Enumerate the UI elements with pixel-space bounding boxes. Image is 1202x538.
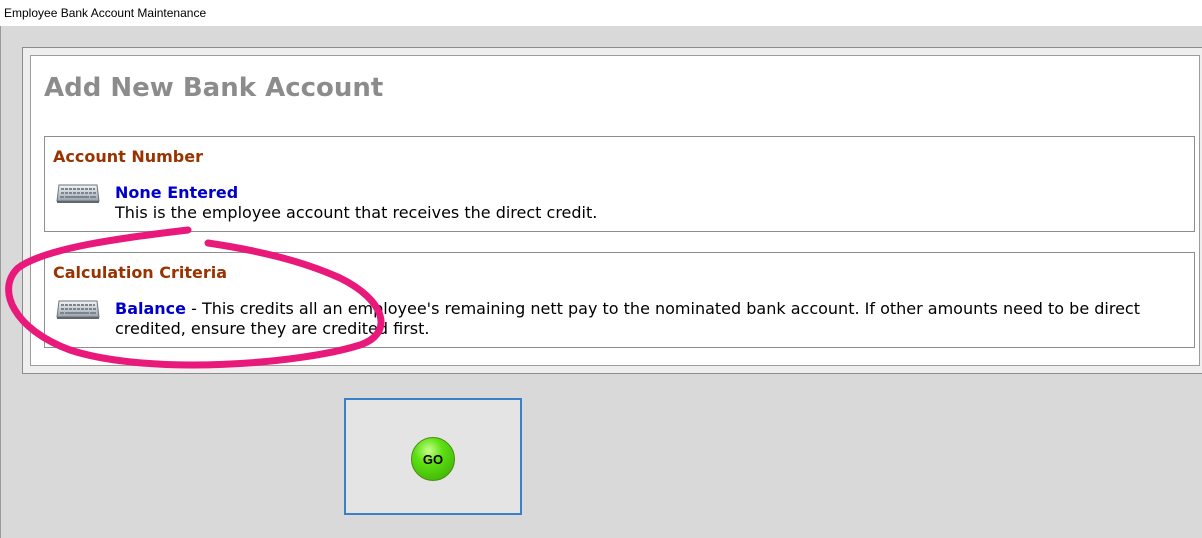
- keyboard-icon[interactable]: [56, 299, 100, 320]
- keyboard-icon[interactable]: [56, 183, 100, 204]
- account-number-value-link[interactable]: None Entered: [115, 183, 238, 202]
- calculation-criteria-text: Balance - This credits all an employee's…: [115, 299, 1185, 339]
- page-title: Add New Bank Account: [44, 73, 384, 103]
- account-number-text: None Entered This is the employee accoun…: [115, 183, 1185, 223]
- go-button-panel: GO: [344, 398, 522, 515]
- calculation-criteria-section: Calculation Criteria Balance - This cred…: [44, 252, 1195, 348]
- calculation-criteria-description: - This credits all an employee's remaini…: [115, 299, 1140, 338]
- calculation-criteria-value-link[interactable]: Balance: [115, 299, 186, 318]
- calculation-criteria-heading: Calculation Criteria: [53, 263, 228, 282]
- account-number-section: Account Number None Entered This is the …: [44, 136, 1195, 232]
- account-number-description: This is the employee account that receiv…: [115, 203, 598, 222]
- window-title: Employee Bank Account Maintenance: [0, 0, 1202, 26]
- account-number-heading: Account Number: [53, 147, 203, 166]
- go-button[interactable]: GO: [411, 437, 455, 481]
